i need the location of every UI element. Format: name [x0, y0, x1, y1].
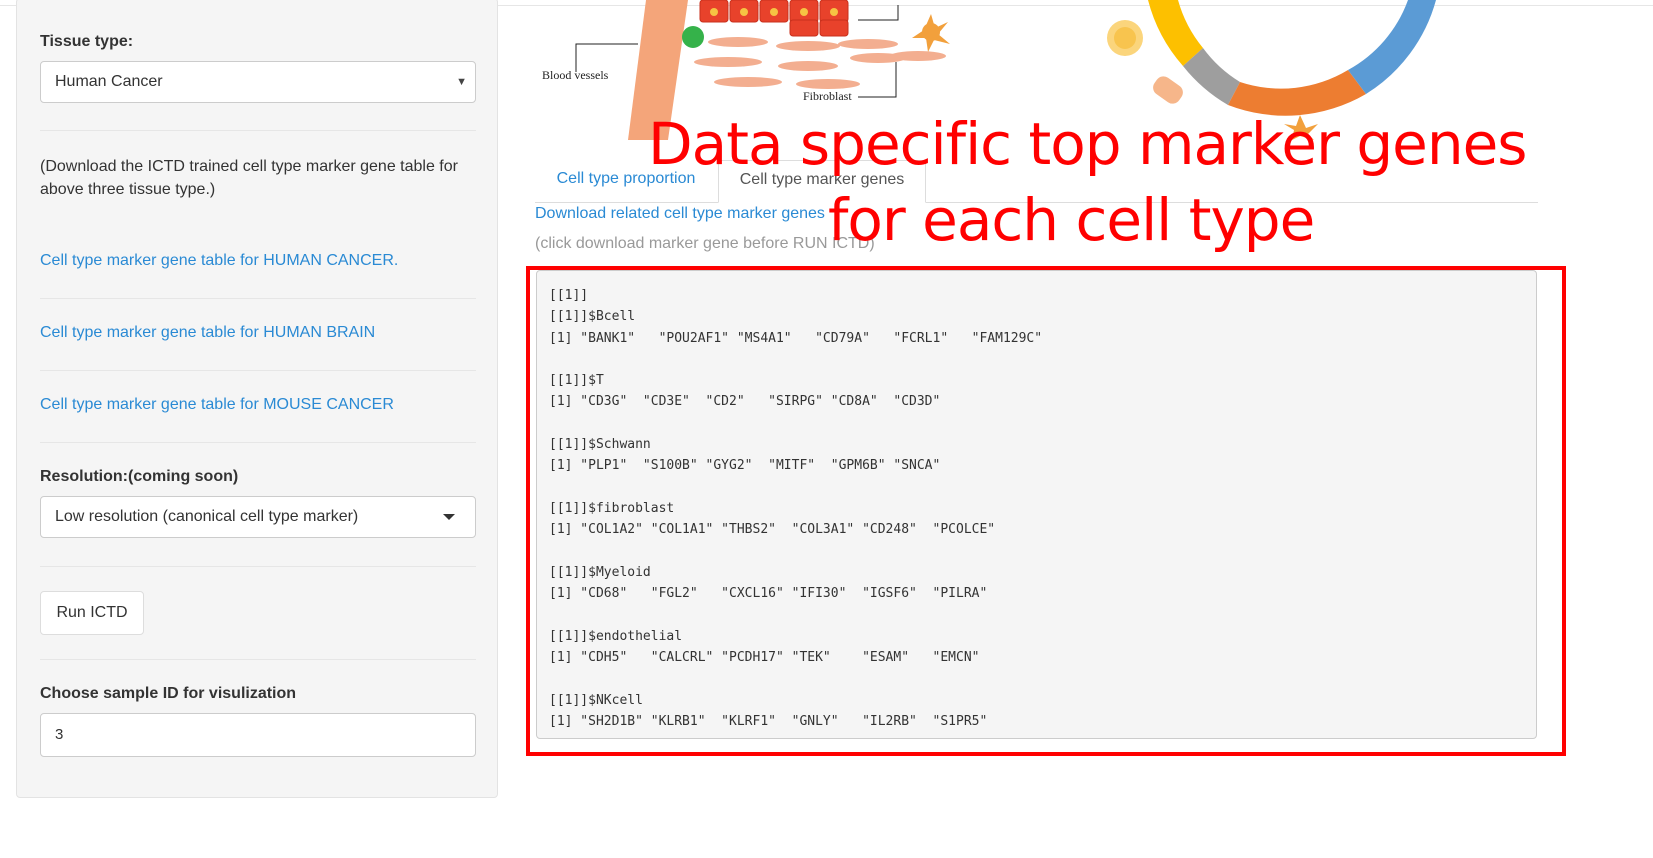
- annotation-line-1: Data specific top marker genes: [648, 110, 1528, 178]
- dropdown-caret-icon: ▼: [456, 76, 467, 88]
- fibroblast-label: Fibroblast: [803, 89, 852, 103]
- divider: [40, 298, 476, 299]
- divider: [40, 442, 476, 443]
- sample-id-input[interactable]: 3: [40, 713, 476, 757]
- output-line: [1] "CD68" "FGL2" "CXCL16" "IFI30" "IGSF…: [549, 586, 988, 602]
- blood-vessels-label: Blood vessels: [542, 68, 609, 82]
- output-line: [1] "COL1A2" "COL1A1" "THBS2" "COL3A1" "…: [549, 522, 996, 538]
- divider: [40, 566, 476, 567]
- tissue-type-label: Tissue type:: [40, 33, 134, 50]
- output-line: [[1]]$T: [549, 373, 604, 389]
- output-line: [1] "BANK1" "POU2AF1" "MS4A1" "CD79A" "F…: [549, 330, 1043, 346]
- download-marker-genes-link[interactable]: Download related cell type marker genes: [535, 205, 825, 223]
- output-text: [[1]] [[1]]$Bcell [1] "BANK1" "POU2AF1" …: [549, 285, 1042, 732]
- output-line: [1] "PLP1" "S100B" "GYG2" "MITF" "GPM6B"…: [549, 458, 941, 474]
- dropdown-caret-icon: [443, 514, 455, 520]
- resolution-value: Low resolution (canonical cell type mark…: [55, 508, 359, 525]
- output-line: [1] "SH2D1B" "KLRB1" "KLRF1" "GNLY" "IL2…: [549, 713, 988, 729]
- sidebar-panel: Tissue type: Human Cancer ▼ (Download th…: [16, 0, 498, 798]
- output-line: [[1]]$fibroblast: [549, 500, 675, 516]
- output-line: [1] "CD3G" "CD3E" "CD2" "SIRPG" "CD8A" "…: [549, 394, 941, 410]
- output-line: [[1]]$endothelial: [549, 628, 683, 644]
- resolution-label: Resolution:(coming soon): [40, 468, 239, 485]
- sample-id-label: Choose sample ID for visulization: [40, 685, 297, 702]
- output-line: [1] "CDH5" "CALCRL" "PCDH17" "TEK" "ESAM…: [549, 650, 980, 666]
- link-human-brain[interactable]: Cell type marker gene table for HUMAN BR…: [40, 324, 375, 342]
- annotation-line-2: for each cell type: [828, 186, 1315, 254]
- resolution-select[interactable]: Low resolution (canonical cell type mark…: [40, 496, 476, 538]
- run-ictd-button[interactable]: Run ICTD: [40, 591, 144, 635]
- divider: [40, 130, 476, 131]
- download-note: (Download the ICTD trained cell type mar…: [40, 158, 458, 198]
- output-line: [[1]]$Bcell: [549, 309, 636, 325]
- link-mouse-cancer[interactable]: Cell type marker gene table for MOUSE CA…: [40, 396, 394, 414]
- output-line: [[1]]$Myeloid: [549, 564, 651, 580]
- link-human-cancer[interactable]: Cell type marker gene table for HUMAN CA…: [40, 252, 398, 270]
- tissue-type-select[interactable]: Human Cancer ▼: [40, 61, 476, 103]
- output-line: [[1]]$Schwann: [549, 437, 651, 453]
- output-line: [[1]]$NKcell: [549, 692, 643, 708]
- marker-genes-output: [[1]] [[1]]$Bcell [1] "BANK1" "POU2AF1" …: [536, 270, 1537, 739]
- download-hint-text: (click download marker gene before RUN I…: [535, 235, 875, 252]
- divider: [40, 659, 476, 660]
- divider: [40, 370, 476, 371]
- output-line: [[1]]: [549, 288, 589, 303]
- tissue-type-value: Human Cancer: [55, 73, 163, 90]
- sample-id-value: 3: [55, 726, 64, 743]
